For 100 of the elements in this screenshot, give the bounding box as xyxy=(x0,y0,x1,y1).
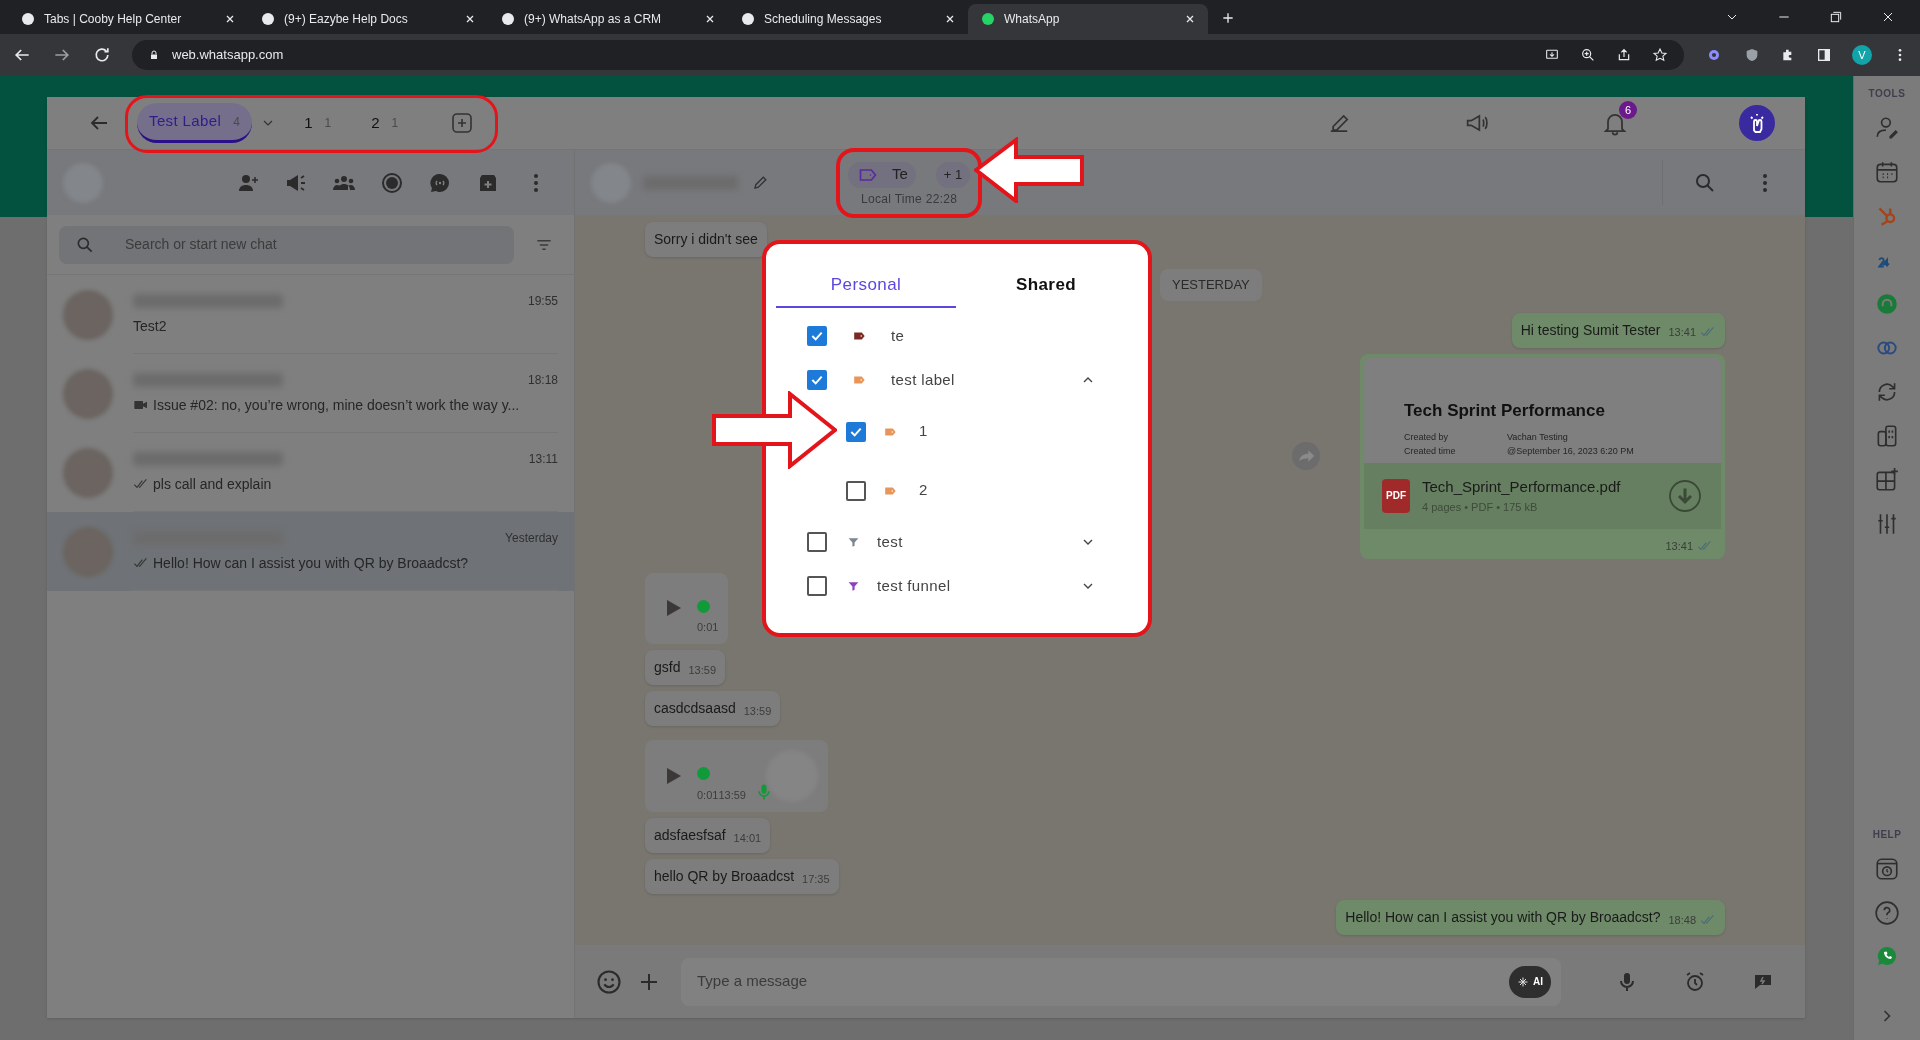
download-icon[interactable] xyxy=(1667,477,1703,514)
tab-title: (9+) WhatsApp as a CRM xyxy=(524,11,663,28)
property-value: @September 16, 2023 6:20 PM xyxy=(1507,444,1635,458)
message-text: hello QR by Broaadcst xyxy=(654,867,795,886)
tab-title: (9+) Eazybe Help Docs xyxy=(284,11,409,28)
message-preview: Issue #02: no, you’re wrong, mine doesn’t work the way y... xyxy=(153,395,520,415)
photo-placeholder xyxy=(63,447,113,498)
hand-avatar-icon[interactable] xyxy=(1739,105,1775,141)
label-name: 1 xyxy=(919,421,928,442)
label-option[interactable]: 1 xyxy=(846,402,1138,461)
message-text: Hi testing Sumit Tester xyxy=(1520,320,1661,340)
chat-time: 18:18 xyxy=(527,371,558,389)
local-time: Local Time 22:28 xyxy=(861,190,958,208)
label-name: te xyxy=(891,325,905,346)
checkbox[interactable] xyxy=(846,421,866,442)
message-input[interactable]: Type a message AI xyxy=(681,957,1561,1006)
status-icon[interactable] xyxy=(380,170,404,195)
lock-icon xyxy=(148,49,160,61)
new-tab-icon[interactable] xyxy=(1220,10,1236,26)
message-time: 14:01 xyxy=(733,830,762,846)
add-square-icon[interactable] xyxy=(450,111,475,135)
url-text: web.whatsapp.com xyxy=(172,46,284,65)
message-text: Hello! How can I assist you with QR by Broaadcst? xyxy=(1345,908,1661,927)
site-icon xyxy=(260,11,276,27)
sidebar-heading: TOOLS xyxy=(1868,87,1906,101)
label-option[interactable]: te xyxy=(807,314,1138,358)
close-icon[interactable] xyxy=(224,13,236,25)
message-text: adsfaesfsaf xyxy=(654,826,726,845)
sparkle-icon xyxy=(1517,975,1529,988)
property-label: Created by xyxy=(1404,431,1450,444)
close-icon[interactable] xyxy=(1184,13,1196,25)
property-value: Vachan Testing xyxy=(1507,431,1569,444)
search-field[interactable]: Search or start new chat xyxy=(125,234,514,255)
side-panel-icon[interactable] xyxy=(1816,47,1832,63)
site-icon xyxy=(980,11,996,27)
restore-icon[interactable] xyxy=(1828,9,1844,25)
label-name: 2 xyxy=(919,480,928,501)
pdf-file-icon: PDF xyxy=(1382,478,1410,513)
message-time: 13:59 xyxy=(718,787,746,803)
label-option[interactable]: test funnel xyxy=(807,564,1138,608)
calendar-icon[interactable] xyxy=(1874,159,1900,185)
label-option[interactable]: test xyxy=(807,520,1138,564)
label-name: test xyxy=(877,531,903,552)
label-option[interactable]: 2 xyxy=(846,461,1138,520)
property-label: Created time xyxy=(1404,444,1457,458)
message-time: 13:41 xyxy=(1668,325,1696,340)
help-icon[interactable] xyxy=(1874,900,1900,926)
message-preview: Test2 xyxy=(133,316,167,336)
contact-edit-icon[interactable] xyxy=(1874,115,1900,141)
checkbox[interactable] xyxy=(807,532,827,552)
shield-icon[interactable] xyxy=(1744,47,1760,63)
checkbox[interactable] xyxy=(846,480,866,501)
notification-badge: 6 xyxy=(1619,101,1637,119)
emoji-icon[interactable] xyxy=(595,967,623,996)
audio-duration: 0:01 xyxy=(697,787,719,803)
checkbox[interactable] xyxy=(807,576,827,596)
photo-placeholder xyxy=(63,289,113,340)
playback-thumb[interactable] xyxy=(697,767,710,781)
popup-tab[interactable]: Shared xyxy=(956,264,1136,308)
message-text: gsfd xyxy=(654,658,681,678)
checkbox[interactable] xyxy=(807,370,827,390)
message-time: 18:48 xyxy=(1668,912,1696,928)
site-icon xyxy=(500,11,516,27)
checkbox[interactable] xyxy=(807,326,827,346)
label-name: test label xyxy=(891,369,955,390)
message-field[interactable]: Type a message xyxy=(697,970,1509,993)
photo-placeholder xyxy=(63,368,113,419)
message-text: Sorry i didn't see xyxy=(654,230,758,249)
browser-tab[interactable]: WhatsApp xyxy=(968,4,1208,34)
file-name: Tech_Sprint_Performance.pdf xyxy=(1422,477,1621,497)
tab-title: WhatsApp xyxy=(1004,11,1061,28)
search-bar[interactable]: Search or start new chat xyxy=(59,225,514,264)
label-option[interactable]: test label xyxy=(807,358,1138,402)
reload-icon[interactable] xyxy=(92,45,112,65)
document-title: Tech Sprint Performance xyxy=(1404,399,1606,422)
address-bar[interactable]: web.whatsapp.com xyxy=(132,40,1684,70)
close-icon[interactable] xyxy=(944,13,956,25)
message-text: casdcdsaasd xyxy=(654,699,736,719)
star-icon[interactable] xyxy=(1652,47,1668,63)
chat-time: 19:55 xyxy=(527,292,558,310)
message-preview: Hello! How can I assist you with QR by Broaadcst? xyxy=(153,553,469,573)
clock-window-icon[interactable] xyxy=(1874,856,1900,882)
ai-assist-button[interactable]: AI xyxy=(1509,965,1551,998)
label-name: test funnel xyxy=(877,575,951,596)
tab-title: Scheduling Messages xyxy=(764,11,883,28)
share-icon[interactable] xyxy=(1616,47,1632,63)
chat-time: 13:11 xyxy=(528,450,558,468)
close-icon[interactable] xyxy=(704,13,716,25)
chat-time: Yesterday xyxy=(505,529,558,547)
add-widget-icon[interactable] xyxy=(1874,467,1900,493)
zoom-icon[interactable] xyxy=(1580,47,1596,63)
site-icon xyxy=(20,11,36,27)
message-preview: pls call and explain xyxy=(153,474,272,494)
tab-title: Tabs | Cooby Help Center xyxy=(44,11,183,28)
popup-tab[interactable]: Personal xyxy=(776,264,956,308)
playback-thumb[interactable] xyxy=(697,599,710,613)
chat-logo-icon[interactable] xyxy=(1875,944,1899,968)
date-chip: YESTERDAY xyxy=(1160,269,1262,301)
close-icon[interactable] xyxy=(464,13,476,25)
sidebar-heading: HELP xyxy=(1872,828,1902,842)
